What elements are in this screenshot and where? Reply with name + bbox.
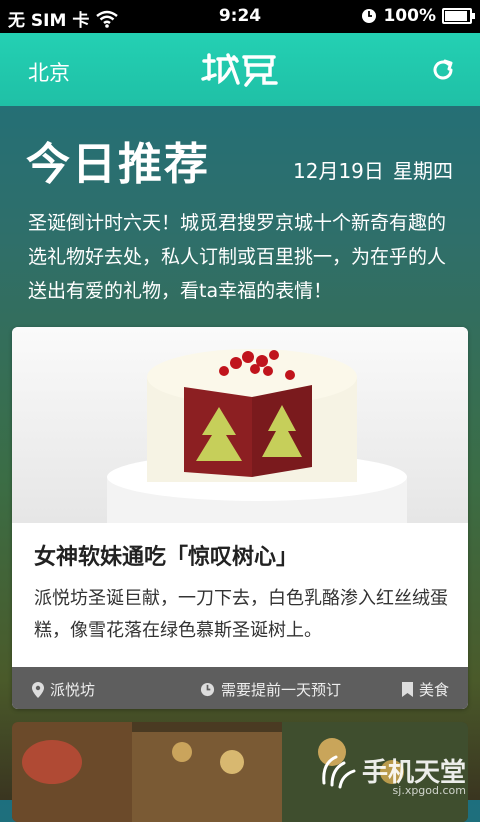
clock-icon — [362, 9, 377, 23]
location-pin-icon — [32, 681, 44, 698]
watermark: 手机天堂 sj.xpgod.com — [318, 752, 466, 797]
nav-bar: 北京 城觅 — [0, 33, 480, 106]
battery-icon — [442, 8, 475, 24]
location-item[interactable]: 派悦坊 — [32, 679, 95, 700]
weekday-label: 星期四 — [393, 159, 453, 183]
category-item[interactable]: 美食 — [402, 679, 449, 700]
bookmark-icon — [402, 682, 413, 697]
cake-photo — [12, 327, 468, 523]
card-title: 女神软妹通吃「惊叹树心」 — [34, 545, 299, 570]
city-selector[interactable]: 北京 — [28, 57, 70, 87]
watermark-logo-icon — [322, 755, 356, 788]
refresh-icon[interactable] — [430, 57, 456, 83]
status-bar: 无 SIM 卡 9:24 100% — [0, 0, 480, 33]
intro-text: 圣诞倒计时六天！城觅君搜罗京城十个新奇有趣的选礼物好去处，私人订制或百里挑一，为… — [28, 212, 447, 302]
app-logo: 城觅 — [201, 53, 278, 87]
reservation-label: 需要提前一天预订 — [221, 681, 342, 699]
category-label: 美食 — [419, 681, 450, 699]
recommendation-card[interactable]: 女神软妹通吃「惊叹树心」 派悦坊圣诞巨献，一刀下去，白色乳酪渗入红丝绒蛋糕，像雪… — [12, 327, 468, 709]
reservation-item: 需要提前一天预订 — [200, 679, 341, 700]
watermark-url: sj.xpgod.com — [392, 784, 466, 797]
location-label: 派悦坊 — [50, 681, 96, 699]
clock-icon — [200, 682, 215, 697]
card-footer: 派悦坊 需要提前一天预订 美食 — [12, 667, 468, 709]
status-right: 100% — [361, 6, 475, 26]
date-label: 12月19日 — [293, 159, 384, 183]
battery-percent: 100% — [383, 6, 436, 26]
page-title: 今日推荐 — [26, 139, 210, 190]
card-description: 派悦坊圣诞巨献，一刀下去，白色乳酪渗入红丝绒蛋糕，像雪花落在绿色慕斯圣诞树上。 — [34, 588, 448, 641]
